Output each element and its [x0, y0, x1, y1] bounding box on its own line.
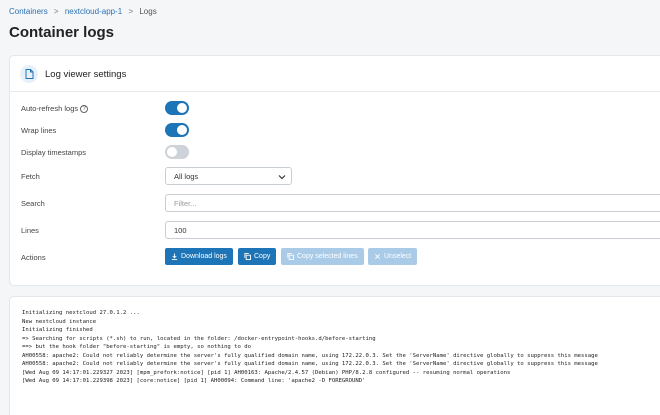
auto-refresh-label: Auto-refresh logs? [21, 104, 89, 114]
log-viewer-settings-card: Log viewer settings Auto-refresh logs? W… [9, 55, 660, 286]
card-header: Log viewer settings [10, 56, 660, 92]
lines-input[interactable]: 100 [165, 221, 660, 239]
toggle-knob [177, 103, 187, 113]
copy-button[interactable]: Copy [238, 248, 277, 265]
breadcrumb-separator: > [53, 7, 59, 16]
log-output[interactable]: Initializing nextcloud 27.0.1.2 ... New … [9, 296, 660, 415]
card-title: Log viewer settings [45, 69, 127, 80]
log-line[interactable]: New nextcloud instance [22, 318, 660, 327]
toggle-knob [177, 125, 187, 135]
chevron-down-icon [278, 175, 286, 180]
unselect-label: Unselect [384, 253, 412, 260]
log-line[interactable]: Initializing finished [22, 326, 660, 335]
fetch-select-value: All logs [174, 172, 199, 181]
log-line[interactable]: AH00558: apache2: Could not reliably det… [22, 360, 660, 369]
breadcrumb-link-containers[interactable]: Containers [9, 7, 48, 16]
lines-label: Lines [21, 226, 39, 235]
help-icon[interactable]: ? [80, 105, 89, 114]
page-title: Container logs [9, 24, 115, 41]
fetch-select[interactable]: All logs [165, 167, 292, 185]
log-line[interactable]: [Wed Aug 09 14:17:01.229327 2023] [mpm_p… [22, 369, 660, 378]
log-line[interactable]: ==> but the hook folder "before-starting… [22, 343, 660, 352]
wrap-lines-label: Wrap lines [21, 126, 57, 135]
unselect-button[interactable]: Unselect [368, 248, 418, 265]
breadcrumb-current: Logs [139, 7, 157, 16]
copy-icon [287, 253, 294, 260]
search-label: Search [21, 199, 45, 208]
breadcrumb: Containers > nextcloud-app-1 > Logs [9, 7, 157, 16]
copy-icon [244, 253, 251, 260]
wrap-lines-toggle[interactable] [165, 123, 189, 137]
timestamps-label: Display timestamps [21, 148, 87, 157]
log-line[interactable]: Initializing nextcloud 27.0.1.2 ... [22, 309, 660, 318]
breadcrumb-separator: > [128, 7, 134, 16]
search-input[interactable]: Filter... [165, 194, 660, 212]
actions-label: Actions [21, 253, 46, 262]
copy-selected-lines-label: Copy selected lines [297, 253, 358, 260]
close-icon [375, 254, 380, 259]
download-icon [171, 253, 178, 260]
download-logs-label: Download logs [181, 253, 227, 260]
auto-refresh-toggle[interactable] [165, 101, 189, 115]
copy-label: Copy [254, 253, 271, 260]
document-icon [20, 65, 38, 83]
log-line[interactable]: [Wed Aug 09 14:17:01.229398 2023] [core:… [22, 377, 660, 386]
timestamps-toggle[interactable] [165, 145, 189, 159]
toggle-knob [167, 147, 177, 157]
log-line[interactable]: AH00558: apache2: Could not reliably det… [22, 352, 660, 361]
breadcrumb-link-container[interactable]: nextcloud-app-1 [65, 7, 122, 16]
download-logs-button[interactable]: Download logs [165, 248, 233, 265]
copy-selected-lines-button[interactable]: Copy selected lines [281, 248, 364, 265]
fetch-label: Fetch [21, 172, 40, 181]
log-line[interactable]: => Searching for scripts (*.sh) to run, … [22, 335, 660, 344]
